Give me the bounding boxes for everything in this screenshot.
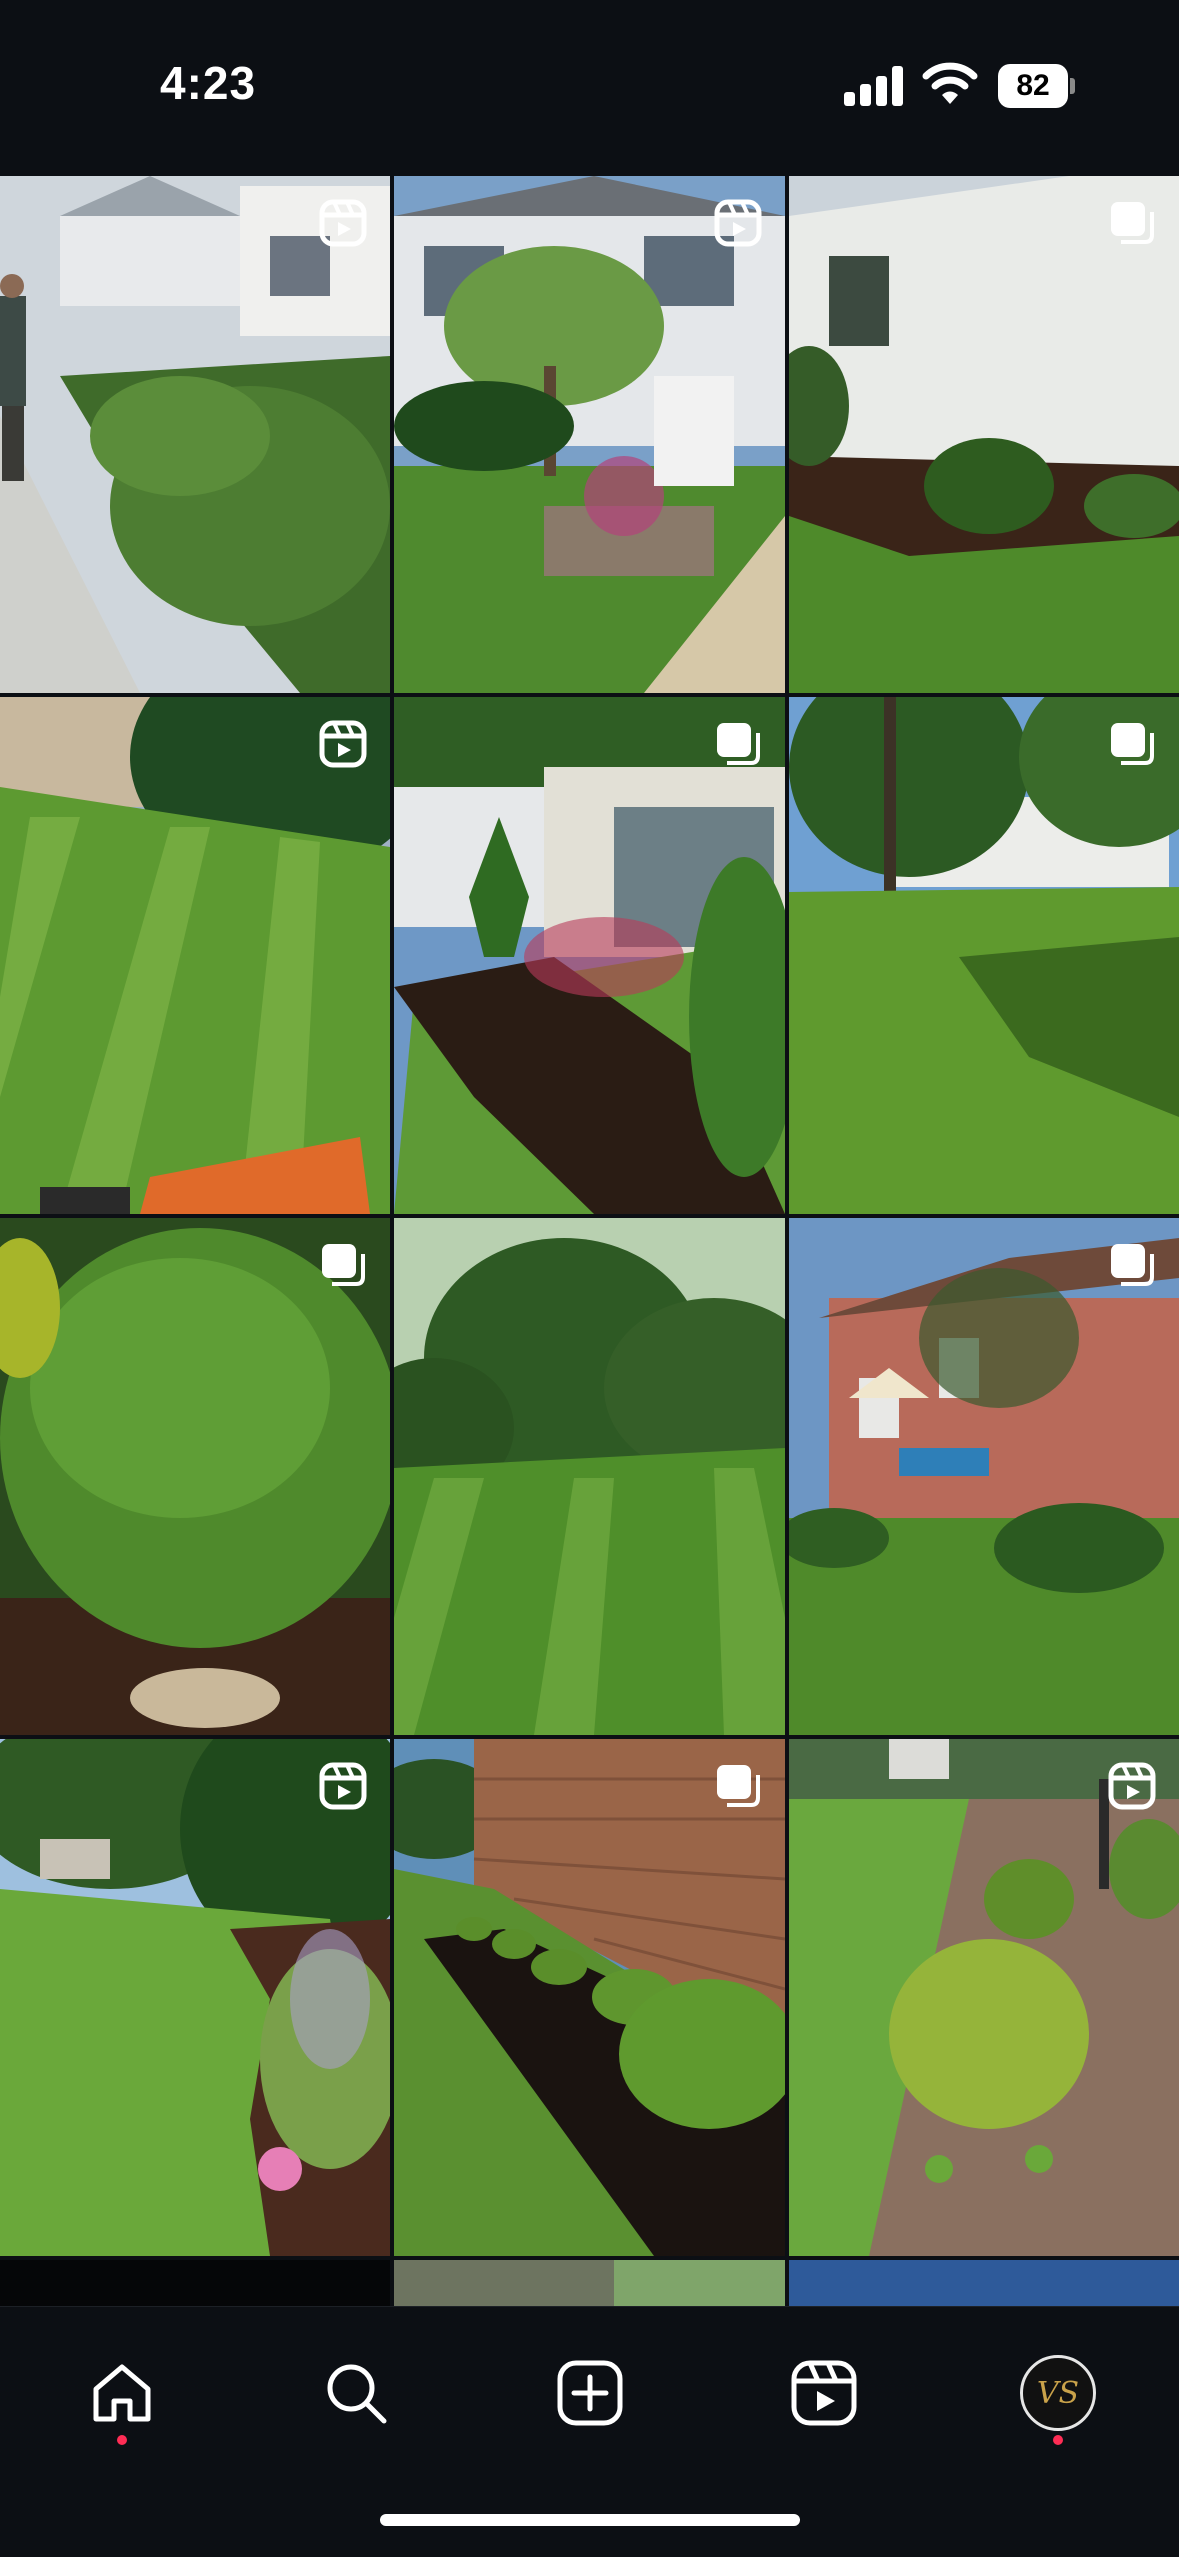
post-image (0, 176, 390, 693)
avatar-monogram: VS (1036, 2375, 1080, 2411)
post-image (789, 176, 1179, 693)
profile-tab[interactable]: VS (1018, 2353, 1098, 2433)
post-tile[interactable] (0, 1218, 390, 1735)
reels-icon (318, 1761, 368, 1811)
post-image (789, 697, 1179, 1214)
post-image (789, 1218, 1179, 1735)
carousel-icon (1107, 719, 1157, 769)
post-image (0, 697, 390, 1214)
home-icon (93, 2364, 151, 2422)
wifi-icon (922, 60, 978, 106)
battery-icon: 82 (998, 64, 1076, 108)
reels-icon (318, 719, 368, 769)
create-tab[interactable] (550, 2353, 630, 2433)
post-image (0, 1739, 390, 2256)
reels-icon (318, 198, 368, 248)
carousel-icon (713, 719, 763, 769)
post-tile[interactable] (394, 2260, 785, 2306)
home-notification-dot (117, 2435, 127, 2445)
post-tile[interactable] (789, 2260, 1179, 2306)
cellular-signal-icon (844, 66, 904, 106)
post-image (394, 697, 785, 1214)
post-image (394, 176, 785, 693)
carousel-icon (318, 1240, 368, 1290)
post-image (789, 1739, 1179, 2256)
profile-posts-grid (0, 176, 1179, 2306)
post-tile[interactable] (394, 1218, 785, 1735)
home-indicator[interactable] (380, 2514, 800, 2526)
battery-level: 82 (998, 64, 1068, 108)
post-image (394, 1739, 785, 2256)
post-tile[interactable] (789, 697, 1179, 1214)
post-tile[interactable] (0, 2260, 390, 2306)
post-tile[interactable] (0, 176, 390, 693)
post-tile[interactable] (394, 1739, 785, 2256)
home-tab[interactable] (82, 2353, 162, 2433)
post-tile[interactable] (394, 176, 785, 693)
carousel-icon (713, 1761, 763, 1811)
post-tile[interactable] (789, 1739, 1179, 2256)
post-image (0, 1218, 390, 1735)
create-icon (557, 2360, 623, 2426)
profile-notification-dot (1053, 2435, 1063, 2445)
post-tile[interactable] (394, 697, 785, 1214)
reels-icon (791, 2360, 857, 2426)
carousel-icon (1107, 198, 1157, 248)
reels-icon (1107, 1761, 1157, 1811)
post-tile[interactable] (0, 697, 390, 1214)
status-time: 4:23 (160, 57, 257, 109)
post-tile[interactable] (789, 176, 1179, 693)
search-tab[interactable] (316, 2353, 396, 2433)
profile-avatar: VS (1020, 2355, 1096, 2431)
reels-icon (713, 198, 763, 248)
post-image (394, 1218, 785, 1735)
status-bar: 4:23 82 (0, 0, 1179, 176)
search-icon (327, 2364, 387, 2424)
post-tile[interactable] (789, 1218, 1179, 1735)
carousel-icon (1107, 1240, 1157, 1290)
post-tile[interactable] (0, 1739, 390, 2256)
reels-tab[interactable] (784, 2353, 864, 2433)
